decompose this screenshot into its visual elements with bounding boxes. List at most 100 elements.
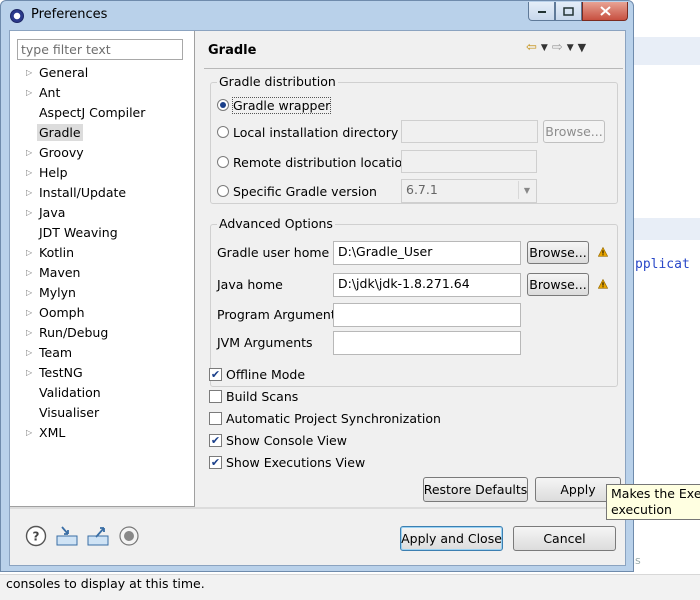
checkbox-checked[interactable]: ✔ <box>209 433 222 447</box>
radio-control[interactable] <box>217 185 229 197</box>
forward-menu-chevron-icon[interactable]: ▼ <box>567 43 574 53</box>
tree-item-label: General <box>39 65 89 80</box>
gradle-distribution-group: Gradle distribution Gradle wrapper Local… <box>210 74 618 204</box>
gradle-version-value: 6.7.1 <box>406 182 438 197</box>
local-installation-label: Local installation directory <box>233 124 399 140</box>
tree-item-label: XML <box>39 425 66 440</box>
forward-arrow-icon[interactable]: ⇨ <box>552 40 563 55</box>
option-build-scans[interactable]: Build Scans <box>209 387 298 405</box>
expand-arrow-icon[interactable]: ▷ <box>26 303 32 323</box>
restore-defaults-button[interactable]: Restore Defaults <box>423 477 528 502</box>
local-browse-button[interactable]: Browse... <box>543 120 605 143</box>
remote-distribution-radio[interactable]: Remote distribution location <box>217 153 410 171</box>
jvm-arguments-field[interactable] <box>333 331 521 355</box>
option-automatic-project-synchronization[interactable]: Automatic Project Synchronization <box>209 409 441 427</box>
tree-item-label: Java <box>39 205 66 220</box>
remote-distribution-field[interactable] <box>401 150 537 173</box>
expand-arrow-icon[interactable]: ▷ <box>26 283 32 303</box>
tree-item-general[interactable]: ▷ General <box>10 63 194 83</box>
view-menu-chevron-icon[interactable]: ▼ <box>578 41 586 54</box>
checkbox-unchecked[interactable] <box>209 411 222 425</box>
tree-item-jdt-weaving[interactable]: JDT Weaving <box>10 223 194 243</box>
expand-arrow-icon[interactable]: ▷ <box>26 203 32 223</box>
expand-arrow-icon[interactable]: ▷ <box>26 363 32 383</box>
import-icon[interactable] <box>56 525 78 547</box>
radio-control[interactable] <box>217 156 229 168</box>
record-icon[interactable] <box>118 525 140 547</box>
tree-item-testng[interactable]: ▷ TestNG <box>10 363 194 383</box>
background-band <box>634 218 700 240</box>
gradle-distribution-title: Gradle distribution <box>217 74 338 89</box>
page-title: Gradle <box>208 43 257 58</box>
preference-tree: ▷ General ▷ Ant AspectJ Compiler Gradle ▷ Groov… <box>10 63 194 443</box>
local-installation-radio[interactable]: Local installation directory <box>217 123 398 141</box>
filter-input[interactable] <box>17 39 183 60</box>
tree-item-run-debug[interactable]: ▷ Run/Debug <box>10 323 194 343</box>
option-show-executions-view[interactable]: ✔ Show Executions View <box>209 453 365 471</box>
tree-item-groovy[interactable]: ▷ Groovy <box>10 143 194 163</box>
background-code-text: pplicat <box>635 257 690 272</box>
expand-arrow-icon[interactable]: ▷ <box>26 143 32 163</box>
maximize-button[interactable] <box>555 2 582 21</box>
expand-arrow-icon[interactable]: ▷ <box>26 163 32 183</box>
option-show-console-view[interactable]: ✔ Show Console View <box>209 431 347 449</box>
tree-item-visualiser[interactable]: Visualiser <box>10 403 194 423</box>
tree-item-label: Visualiser <box>39 405 100 420</box>
java-home-field[interactable]: D:\jdk\jdk-1.8.271.64 <box>333 273 521 297</box>
option-offline-mode[interactable]: ✔ Offline Mode <box>209 365 305 383</box>
page-navigation: ⇦ ▼ ⇨ ▼ ▼ <box>526 40 586 55</box>
expand-arrow-icon[interactable]: ▷ <box>26 243 32 263</box>
tree-item-maven[interactable]: ▷ Maven <box>10 263 194 283</box>
java-home-browse-button[interactable]: Browse... <box>527 273 589 296</box>
expand-arrow-icon[interactable]: ▷ <box>26 183 32 203</box>
program-arguments-field[interactable] <box>333 303 521 327</box>
checkbox-unchecked[interactable] <box>209 389 222 403</box>
radio-control[interactable] <box>217 126 229 138</box>
back-menu-chevron-icon[interactable]: ▼ <box>541 43 548 53</box>
tree-item-label: Oomph <box>39 305 85 320</box>
tree-item-kotlin[interactable]: ▷ Kotlin <box>10 243 194 263</box>
tree-item-validation[interactable]: Validation <box>10 383 194 403</box>
checkbox-checked[interactable]: ✔ <box>209 455 222 469</box>
tree-item-mylyn[interactable]: ▷ Mylyn <box>10 283 194 303</box>
tree-item-gradle[interactable]: Gradle <box>10 123 194 143</box>
gradle-wrapper-radio[interactable]: Gradle wrapper <box>217 96 332 114</box>
expand-arrow-icon[interactable]: ▷ <box>26 323 32 343</box>
tree-item-ant[interactable]: ▷ Ant <box>10 83 194 103</box>
title-bar[interactable]: Preferences <box>1 1 633 30</box>
preference-tree-pane: ▷ General ▷ Ant AspectJ Compiler Gradle ▷ Groov… <box>10 31 195 507</box>
java-home-label: Java home <box>217 277 283 292</box>
radio-control[interactable] <box>217 99 229 111</box>
local-installation-field[interactable] <box>401 120 538 143</box>
apply-and-close-button[interactable]: Apply and Close <box>400 526 503 551</box>
expand-arrow-icon[interactable]: ▷ <box>26 63 32 83</box>
specific-version-radio[interactable]: Specific Gradle version <box>217 182 377 200</box>
tree-item-java[interactable]: ▷ Java <box>10 203 194 223</box>
tree-item-aspectj-compiler[interactable]: AspectJ Compiler <box>10 103 194 123</box>
tree-item-oomph[interactable]: ▷ Oomph <box>10 303 194 323</box>
tree-item-label: Groovy <box>39 145 84 160</box>
cancel-button[interactable]: Cancel <box>513 526 616 551</box>
tree-item-label: Help <box>39 165 68 180</box>
expand-arrow-icon[interactable]: ▷ <box>26 83 32 103</box>
tree-item-team[interactable]: ▷ Team <box>10 343 194 363</box>
tree-item-help[interactable]: ▷ Help <box>10 163 194 183</box>
expand-arrow-icon[interactable]: ▷ <box>26 423 32 443</box>
gradle-version-select[interactable]: 6.7.1 ▼ <box>401 179 537 203</box>
gradle-user-home-field[interactable]: D:\Gradle_User <box>333 241 521 265</box>
expand-arrow-icon[interactable]: ▷ <box>26 263 32 283</box>
tree-item-label: Kotlin <box>39 245 74 260</box>
tooltip-line-1: Makes the Execu <box>611 486 700 501</box>
close-button[interactable] <box>582 2 628 21</box>
tree-item-xml[interactable]: ▷ XML <box>10 423 194 443</box>
back-arrow-icon[interactable]: ⇦ <box>526 40 537 55</box>
minimize-button[interactable] <box>528 2 555 21</box>
user-home-browse-button[interactable]: Browse... <box>527 241 589 264</box>
help-icon[interactable]: ? <box>25 525 47 547</box>
export-icon[interactable] <box>87 525 109 547</box>
gradle-wrapper-label: Gradle wrapper <box>231 96 332 114</box>
tree-item-label: Gradle <box>37 124 83 141</box>
checkbox-checked[interactable]: ✔ <box>209 367 222 381</box>
tree-item-install-update[interactable]: ▷ Install/Update <box>10 183 194 203</box>
expand-arrow-icon[interactable]: ▷ <box>26 343 32 363</box>
